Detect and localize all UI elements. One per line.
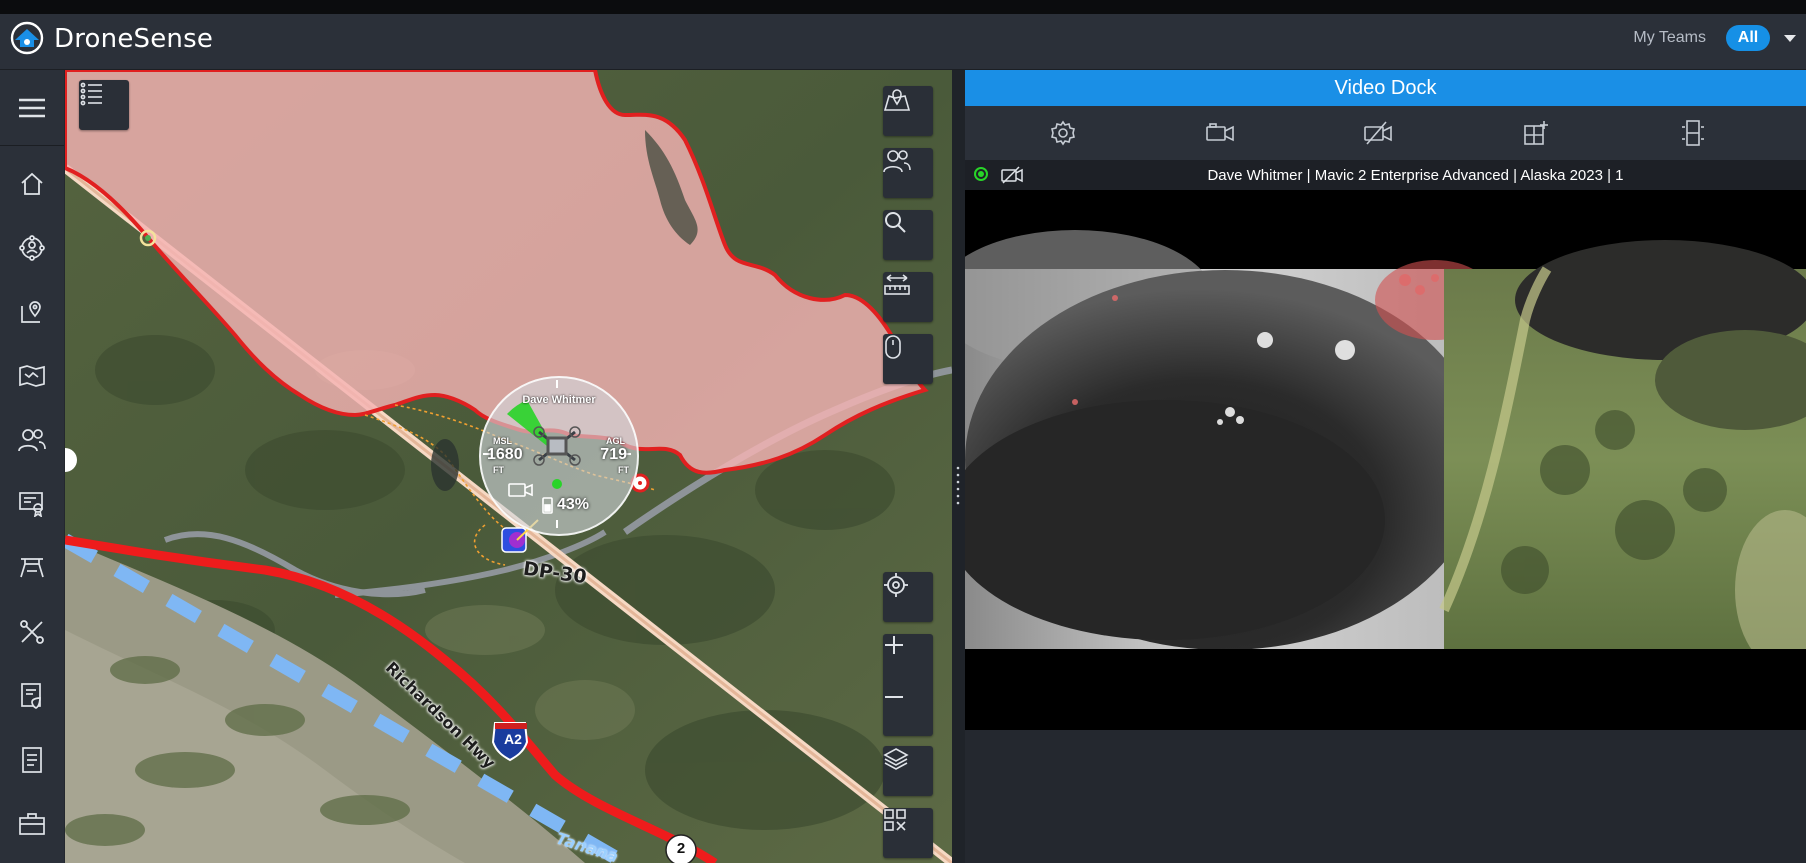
- menu-icon[interactable]: [8, 86, 56, 130]
- video-frame: [965, 190, 1806, 730]
- agl-unit: FT: [618, 465, 629, 475]
- brand-name: DroneSense: [54, 24, 214, 54]
- video-feed-header: Dave Whitmer | Mavic 2 Enterprise Advanc…: [965, 160, 1806, 190]
- grid-icon[interactable]: [883, 808, 933, 858]
- msl-value: 1680: [487, 446, 523, 463]
- shield-a2-label: A2: [504, 731, 522, 747]
- add-grid-icon[interactable]: [1518, 116, 1554, 150]
- map-area-icon[interactable]: [883, 86, 933, 136]
- team-icon[interactable]: [883, 148, 933, 198]
- layout-icon[interactable]: [1675, 116, 1711, 150]
- list-icon[interactable]: [79, 80, 129, 130]
- camera-icon[interactable]: [1202, 116, 1238, 150]
- search-icon[interactable]: [883, 210, 933, 260]
- briefcase-icon[interactable]: [8, 802, 56, 846]
- camera-off-icon[interactable]: [1001, 166, 1023, 189]
- my-teams-label: My Teams: [1633, 29, 1706, 46]
- maps-icon[interactable]: [8, 354, 56, 398]
- camera-off-icon[interactable]: [1360, 116, 1396, 150]
- map-pin-icon[interactable]: [8, 290, 56, 334]
- window-top-strip: [0, 0, 1806, 14]
- measure-icon[interactable]: [883, 272, 933, 322]
- app-header: DroneSense My Teams All: [0, 14, 1806, 70]
- msl-unit: FT: [493, 465, 504, 475]
- agl-label: AGL: [606, 436, 625, 446]
- video-feed[interactable]: [965, 190, 1806, 730]
- route-2-label: 2: [676, 840, 686, 857]
- zoom-in-icon[interactable]: [883, 634, 933, 684]
- panel-resize-handle[interactable]: [952, 70, 965, 863]
- video-feed-title: Dave Whitmer | Mavic 2 Enterprise Advanc…: [1207, 167, 1624, 184]
- operations-icon[interactable]: [8, 226, 56, 270]
- teams-filter-pill[interactable]: All: [1726, 25, 1770, 51]
- dronesense-logo-icon[interactable]: [10, 21, 44, 55]
- mouse-icon[interactable]: [883, 334, 933, 384]
- tools-icon[interactable]: [8, 610, 56, 654]
- video-dock-title: Video Dock: [965, 70, 1806, 106]
- locate-icon[interactable]: [883, 572, 933, 622]
- document-icon[interactable]: [8, 738, 56, 782]
- live-status-indicator: [974, 167, 988, 181]
- drone-hud[interactable]: Dave Whitmer MSL 1680 FT AGL 719 FT 43%: [479, 376, 639, 536]
- battery-percent: 43%: [557, 496, 590, 513]
- sidebar: [0, 70, 64, 863]
- hud-pilot-name: Dave Whitmer: [522, 394, 596, 406]
- checklist-icon[interactable]: [8, 674, 56, 718]
- sidebar-divider: [0, 145, 64, 146]
- msl-label: MSL: [493, 436, 512, 446]
- map-view[interactable]: DP-30 Richardson Hwy A2 2 Tanana Dave Wh…: [65, 70, 952, 863]
- home-icon[interactable]: [8, 162, 56, 206]
- people-icon[interactable]: [8, 418, 56, 462]
- zoom-controls: [883, 634, 933, 736]
- agl-value: 719: [600, 446, 627, 463]
- chevron-down-icon[interactable]: [1784, 35, 1796, 42]
- layers-icon[interactable]: [883, 746, 933, 796]
- drone-frame-icon[interactable]: [8, 546, 56, 590]
- zoom-out-icon[interactable]: [883, 686, 933, 736]
- video-dock-toolbar: [965, 106, 1806, 160]
- video-dock: Video Dock Dave Whitmer | Mavic 2 Enterp…: [965, 70, 1806, 863]
- certificate-icon[interactable]: [8, 482, 56, 526]
- settings-icon[interactable]: [1045, 116, 1081, 150]
